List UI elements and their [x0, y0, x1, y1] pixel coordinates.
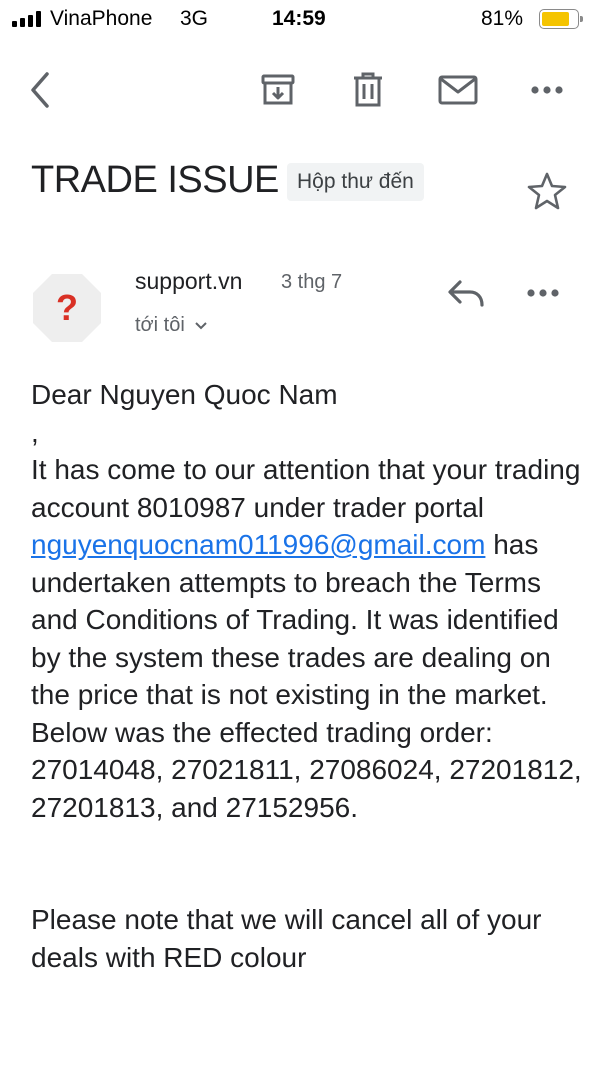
body-text-before-link: It has come to our attention that your t… — [31, 454, 581, 523]
star-button[interactable] — [526, 170, 568, 212]
body-spacer — [31, 826, 591, 901]
battery-percent: 81% — [481, 7, 524, 30]
body-paragraph-1: It has come to our attention that your t… — [31, 451, 591, 826]
signal-strength-icon — [12, 11, 46, 27]
inbox-label-chip[interactable]: Hộp thư đến — [287, 163, 424, 201]
carrier-name: VinaPhone — [50, 7, 153, 30]
reply-button[interactable] — [444, 272, 488, 316]
recipient-toggle[interactable]: tới tôi — [135, 314, 208, 337]
mail-icon — [438, 75, 478, 105]
email-date: 3 thg 7 — [281, 271, 343, 293]
battery-icon — [539, 9, 583, 29]
greeting-comma: , — [31, 416, 39, 448]
more-horizontal-icon — [527, 289, 559, 297]
sender-name[interactable]: support.vn — [135, 268, 242, 295]
trash-icon — [354, 72, 382, 107]
avatar-symbol: ? — [56, 287, 78, 328]
more-horizontal-icon — [531, 86, 563, 94]
reply-icon — [448, 280, 484, 307]
clock: 14:59 — [272, 7, 326, 30]
message-more-button[interactable] — [525, 272, 569, 316]
star-icon — [527, 172, 567, 210]
greeting: Dear Nguyen Quoc Nam — [31, 379, 338, 410]
email-body: Dear Nguyen Quoc Nam , It has come to ou… — [31, 376, 591, 976]
chevron-left-icon — [31, 72, 49, 108]
archive-button[interactable] — [256, 68, 300, 112]
recipient-label: tới tôi — [135, 314, 185, 336]
delete-button[interactable] — [346, 68, 390, 112]
body-paragraph-2: Please note that we will cancel all of y… — [31, 904, 542, 973]
body-text-after-link: has undertaken attempts to breach the Te… — [31, 529, 582, 823]
email-address-link[interactable]: nguyenquocnam011996@gmail.com — [31, 529, 485, 560]
battery-level — [542, 12, 569, 26]
more-button[interactable] — [525, 68, 569, 112]
archive-icon — [261, 74, 295, 105]
mark-unread-button[interactable] — [436, 68, 480, 112]
sender-avatar[interactable]: ? — [31, 272, 103, 344]
network-type: 3G — [180, 7, 209, 30]
status-bar: VinaPhone 3G 14:59 81% — [0, 0, 600, 40]
email-subject: TRADE ISSUE — [31, 159, 279, 201]
chevron-down-icon — [195, 322, 208, 330]
back-button[interactable] — [18, 68, 62, 112]
